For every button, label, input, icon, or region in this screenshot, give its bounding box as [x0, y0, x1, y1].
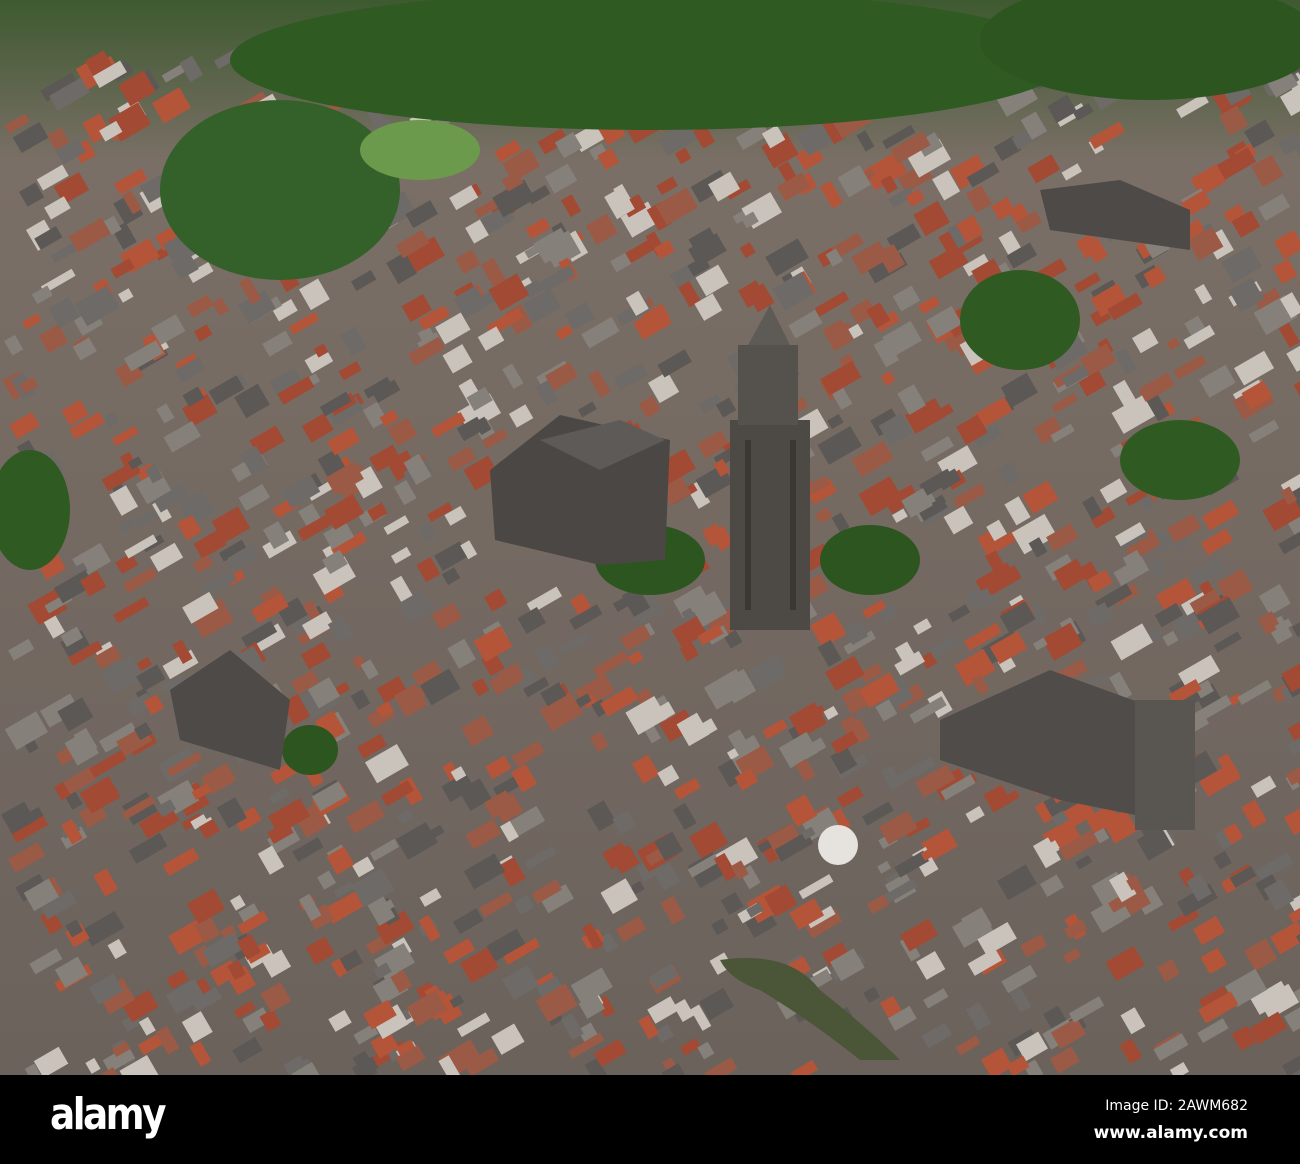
alamy-logo: alamy: [50, 1089, 166, 1140]
park-lawn: [360, 120, 480, 180]
aerial-city-photo: [0, 0, 1300, 1075]
cathedral-tower: [730, 305, 810, 630]
watermark-bar: alamy Image ID: 2AWM682 www.alamy.com: [0, 1075, 1300, 1164]
image-id-label: Image ID: 2AWM682: [1105, 1098, 1248, 1114]
round-roof-structure: [818, 825, 858, 865]
website-label: www.alamy.com: [1093, 1123, 1248, 1143]
